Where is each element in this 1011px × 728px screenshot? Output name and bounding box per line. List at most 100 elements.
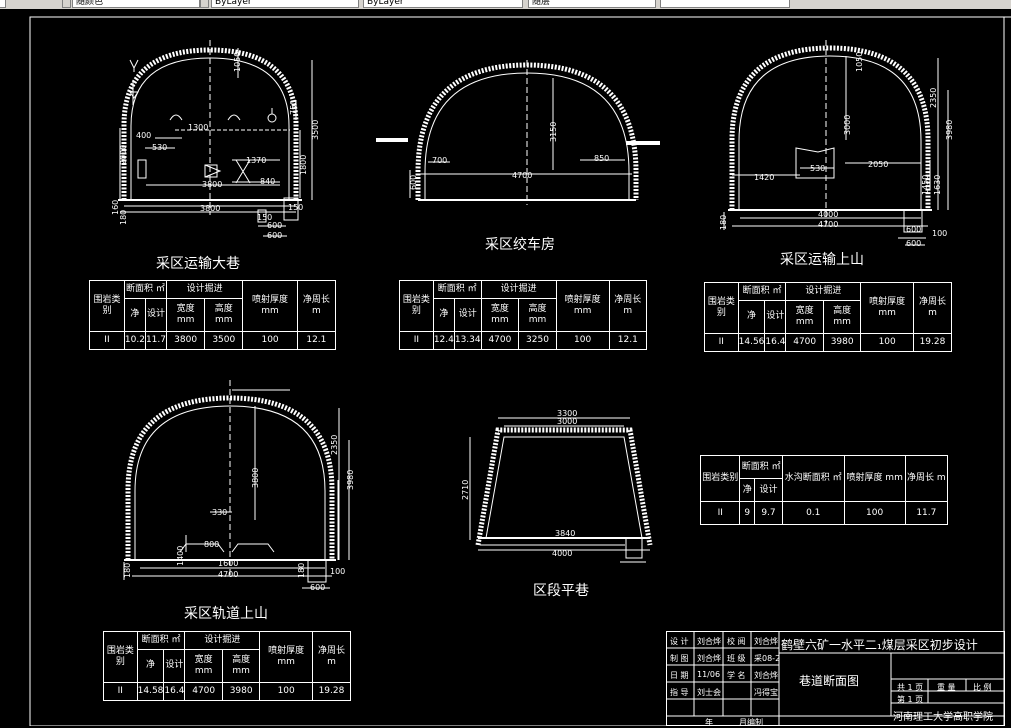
- svg-text:180: 180: [119, 210, 128, 225]
- tb-label: 制 图: [670, 654, 689, 663]
- svg-text:840: 840: [260, 177, 275, 186]
- svg-text:3800: 3800: [202, 180, 222, 189]
- cell: 100: [242, 331, 298, 350]
- svg-text:150: 150: [288, 203, 303, 212]
- col-perimeter: 净周长 m: [296, 279, 337, 333]
- spec-table-2: 围岩类别 断面积 ㎡ 设计掘进 喷射厚度 mm 净周长 m 净 设计 宽度 mm…: [399, 279, 648, 350]
- svg-text:600: 600: [906, 239, 921, 248]
- tb-value: 刘士会: [697, 688, 721, 697]
- col-width: 宽度 mm: [165, 297, 206, 333]
- cell: 4700: [480, 331, 520, 350]
- tb-value: 冯得宝: [754, 688, 778, 697]
- svg-text:3500: 3500: [311, 120, 320, 140]
- svg-text:1400: 1400: [176, 546, 185, 566]
- cell: 3800: [165, 331, 206, 350]
- svg-text:180: 180: [123, 563, 132, 578]
- svg-text:1050: 1050: [855, 52, 864, 72]
- col-design-area: 设计: [453, 297, 482, 333]
- cell: 4700: [184, 682, 223, 701]
- svg-text:600: 600: [310, 583, 325, 592]
- col-net: 净: [737, 299, 766, 335]
- cell: 13.34: [453, 331, 482, 350]
- color-select[interactable]: 随颜色: [72, 0, 200, 8]
- spec-table-3: 围岩类别 断面积 ㎡ 设计掘进 喷射厚度 mm 净周长 m 净 设计 宽度 mm…: [704, 281, 953, 352]
- spec-table-1: 围岩类别 断面积 ㎡ 设计掘进 喷射厚度 mm 净周长 m 净 设计 宽度 mm…: [89, 279, 337, 350]
- section-drawing-2: [376, 60, 660, 205]
- svg-text:400: 400: [136, 131, 151, 140]
- cell: 12.1: [296, 331, 337, 350]
- drawing-canvas[interactable]: 1050 1300 400 530 2000 1370 3500 1800 75…: [0, 9, 1011, 727]
- cell: 10.2: [123, 331, 146, 350]
- cell: 12.4: [432, 331, 455, 350]
- cell: 100: [259, 682, 313, 701]
- dropdown-button[interactable]: [200, 0, 209, 8]
- tb-value: 11/06: [697, 670, 721, 679]
- tb-label: 校 阅: [727, 637, 746, 646]
- tb-value: 刘合烨: [697, 654, 721, 663]
- col-area: 断面积 ㎡: [739, 455, 783, 479]
- drawing-frame: [29, 16, 1005, 726]
- cell: II: [89, 331, 125, 350]
- col-height: 高度 mm: [204, 297, 244, 333]
- col-design: 设计掘进: [165, 280, 244, 299]
- drawing-title-2: 采区绞车房: [485, 237, 555, 253]
- tb-label: 设 计: [670, 637, 689, 646]
- linetype-select[interactable]: ByLayer: [211, 0, 359, 8]
- col-net: 净: [136, 648, 165, 684]
- spec-table-5: 围岩类别 断面积 ㎡ 水沟断面积 ㎡ 喷射厚度 mm 净周长 m 净 设计 II…: [699, 455, 949, 525]
- tb-label: 学 名: [727, 671, 746, 680]
- drawing-title-5: 区段平巷: [533, 583, 589, 599]
- sheet-total: 共 1 页: [897, 683, 924, 692]
- svg-text:1300: 1300: [188, 123, 208, 132]
- cell: II: [704, 333, 739, 352]
- layer-button[interactable]: [62, 0, 71, 8]
- table-row: II 14.58 16.4 4700 3980 100 19.28: [103, 682, 352, 701]
- cell: 11.7: [904, 501, 949, 525]
- svg-text:600: 600: [267, 231, 282, 240]
- table-row: II 9 9.7 0.1 100 11.7: [699, 501, 949, 525]
- cell: 3500: [204, 331, 244, 350]
- svg-text:1420: 1420: [754, 173, 774, 182]
- drawing-name: 巷道断面图: [799, 674, 860, 688]
- col-net: 净: [123, 297, 146, 333]
- cell: 3980: [822, 333, 862, 352]
- section-drawing-4: [123, 380, 350, 589]
- col-height: 高度 mm: [221, 648, 261, 684]
- color-field[interactable]: [660, 0, 790, 8]
- svg-text:530: 530: [810, 164, 825, 173]
- tb-value: 刘合烨: [754, 671, 778, 680]
- svg-text:2000: 2000: [119, 145, 128, 165]
- drawing-title-4: 采区轨道上山: [184, 606, 268, 622]
- toolbar-fragment[interactable]: [0, 0, 6, 8]
- cell: 0.1: [781, 501, 845, 525]
- svg-text:750: 750: [289, 100, 298, 115]
- col-net: 净: [739, 478, 756, 502]
- svg-text:3800: 3800: [251, 468, 260, 488]
- lineweight-select[interactable]: ByLayer: [363, 0, 523, 8]
- col-perimeter: 净周长 m: [608, 279, 648, 333]
- cell: 100: [860, 333, 914, 352]
- svg-text:2710: 2710: [461, 480, 470, 500]
- col-rock: 围岩类别: [699, 455, 741, 502]
- col-area: 断面积 ㎡: [123, 280, 168, 299]
- svg-text:1800: 1800: [299, 155, 308, 175]
- dim-labels-3: 1050 3000 2350 3980 1420 530 2050 1450 1…: [719, 52, 954, 248]
- svg-text:100: 100: [932, 229, 947, 238]
- cell: 14.58: [136, 682, 165, 701]
- cell: 16.4: [764, 333, 787, 352]
- svg-text:850: 850: [594, 154, 609, 163]
- plotstyle-select[interactable]: 随层: [528, 0, 656, 8]
- dim-labels-2: 3150 700 850 4700 600: [409, 122, 609, 190]
- drawing-title-3: 采区运输上山: [780, 252, 864, 268]
- svg-text:3980: 3980: [945, 120, 954, 140]
- col-spray: 喷射厚度 mm: [242, 279, 298, 333]
- svg-text:4700: 4700: [218, 570, 238, 579]
- col-design-area: 设计: [163, 648, 186, 684]
- table-row: II 10.2 11.7 3800 3500 100 12.1: [89, 331, 337, 350]
- footer-month: 月编制: [739, 718, 763, 727]
- svg-text:1370: 1370: [246, 156, 266, 165]
- col-spray: 喷射厚度 mm: [843, 455, 906, 502]
- cell: II: [399, 331, 434, 350]
- school-name: 河南理工大学高职学院: [893, 712, 993, 723]
- col-net: 净: [432, 297, 455, 333]
